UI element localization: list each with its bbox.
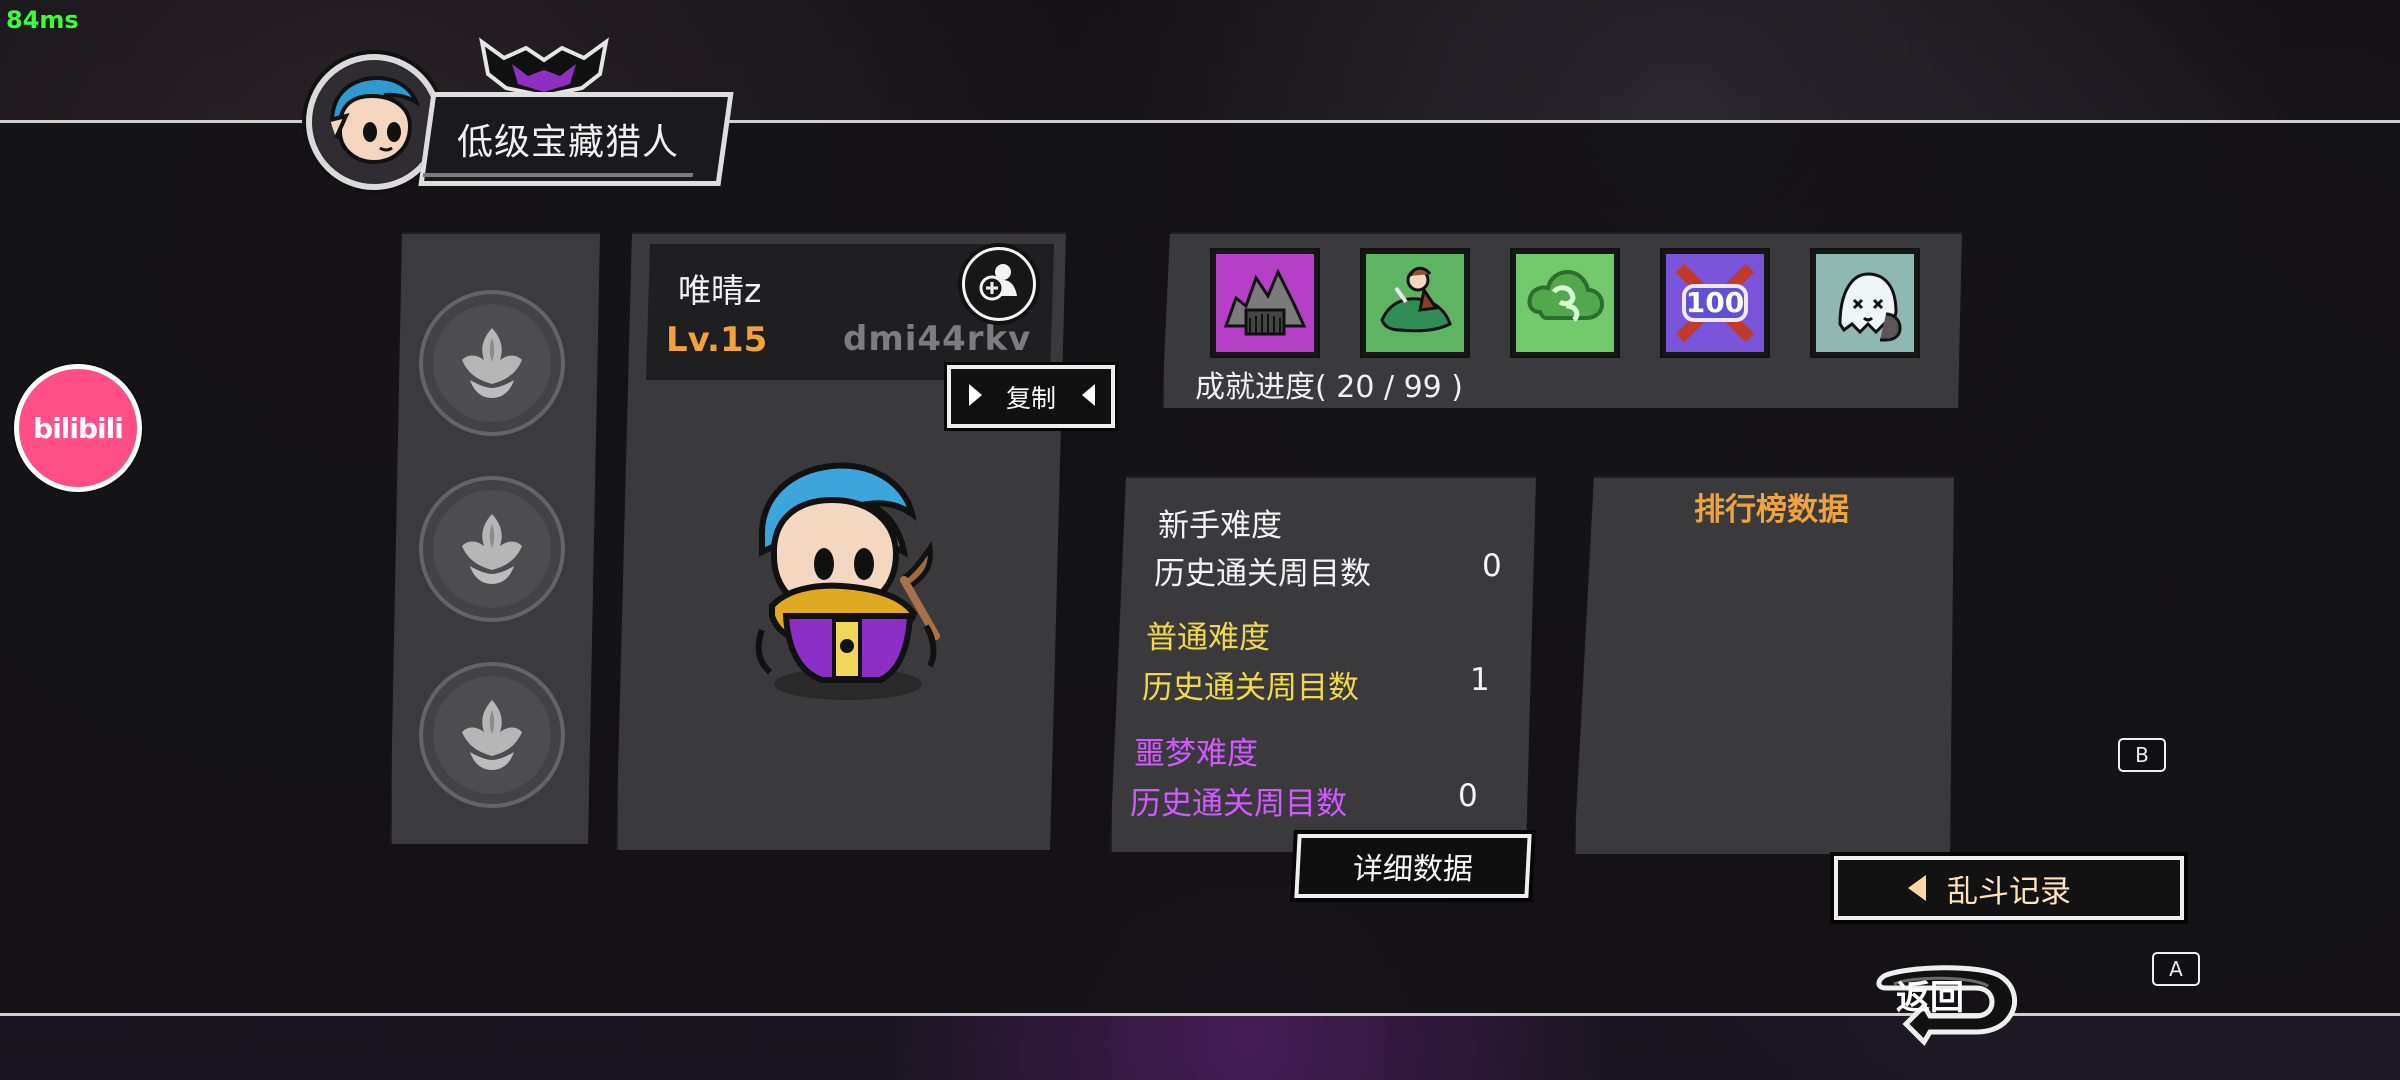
copy-right-arrow-icon bbox=[1082, 384, 1095, 406]
a-button-hint: A bbox=[2152, 952, 2200, 986]
achievement-2[interactable] bbox=[1362, 250, 1468, 356]
difficulty-normal-title: 普通难度 bbox=[1146, 620, 1270, 656]
slot-1[interactable] bbox=[419, 290, 565, 436]
hundred-badge-icon: 100 bbox=[1666, 254, 1764, 352]
detail-data-button[interactable]: 详细数据 bbox=[1294, 834, 1532, 898]
b-button-label: B bbox=[2135, 743, 2149, 767]
hero-character-icon bbox=[738, 456, 948, 706]
player-id: dmi44rkv bbox=[843, 319, 1032, 359]
player-name: 唯晴z bbox=[678, 271, 762, 310]
melee-record-label: 乱斗记录 bbox=[1947, 873, 2071, 910]
bilibili-logo[interactable]: bilibili bbox=[14, 364, 142, 492]
lotus-emblem-icon bbox=[462, 514, 522, 584]
achievement-4[interactable]: 100 bbox=[1662, 250, 1768, 356]
detail-data-label: 详细数据 bbox=[1351, 852, 1474, 887]
add-friend-button[interactable] bbox=[962, 247, 1036, 321]
difficulty-novice-value: 0 bbox=[1482, 548, 1502, 584]
rank-title: 低级宝藏猎人 bbox=[457, 122, 680, 163]
copy-id-button[interactable]: 复制 bbox=[947, 365, 1115, 428]
leaderboard-panel bbox=[1574, 476, 1954, 854]
fps-counter: 84ms bbox=[6, 6, 79, 34]
slot-3[interactable] bbox=[419, 662, 565, 808]
lotus-emblem-icon bbox=[462, 700, 522, 770]
achievement-5[interactable] bbox=[1812, 250, 1918, 356]
leaderboard-title: 排行榜数据 bbox=[1694, 492, 1849, 528]
difficulty-novice-label: 历史通关周目数 bbox=[1154, 556, 1371, 592]
melee-record-button[interactable]: 乱斗记录 bbox=[1834, 856, 2184, 920]
ghost-icon bbox=[1816, 254, 1914, 352]
difficulty-nightmare-title: 噩梦难度 bbox=[1134, 736, 1258, 772]
mountain-gate-icon bbox=[1216, 254, 1314, 352]
difficulty-nightmare-label: 历史通关周目数 bbox=[1130, 786, 1347, 822]
copy-left-arrow-icon bbox=[969, 384, 982, 406]
copy-label: 复制 bbox=[1005, 383, 1056, 413]
back-label: 返回 bbox=[1896, 978, 1964, 1018]
lotus-emblem-icon bbox=[462, 328, 522, 398]
hundred-badge-label: 100 bbox=[1686, 286, 1744, 319]
add-friend-icon bbox=[971, 256, 1027, 312]
bilibili-text: bilibili bbox=[33, 411, 124, 445]
achievement-1[interactable] bbox=[1212, 250, 1318, 356]
game-screen: 84ms 低级宝藏猎人 bilibili 唯晴z Lv.15 dmi44rkv … bbox=[0, 0, 2400, 1080]
difficulty-novice-title: 新手难度 bbox=[1158, 508, 1282, 544]
b-button-hint: B bbox=[2118, 738, 2166, 772]
achievement-progress: 成就进度( 20 / 99 ) bbox=[1195, 370, 1464, 405]
difficulty-normal-value: 1 bbox=[1470, 662, 1490, 698]
achievement-3[interactable] bbox=[1512, 250, 1618, 356]
a-button-label: A bbox=[2169, 957, 2183, 981]
difficulty-nightmare-value: 0 bbox=[1458, 778, 1478, 814]
player-level: Lv.15 bbox=[666, 320, 768, 360]
player-header: 低级宝藏猎人 bbox=[302, 36, 734, 196]
slot-2[interactable] bbox=[419, 476, 565, 622]
cloud-icon bbox=[1516, 254, 1614, 352]
rider-icon bbox=[1366, 254, 1464, 352]
equipment-slot-panel bbox=[390, 232, 600, 844]
difficulty-normal-label: 历史通关周目数 bbox=[1142, 670, 1359, 706]
